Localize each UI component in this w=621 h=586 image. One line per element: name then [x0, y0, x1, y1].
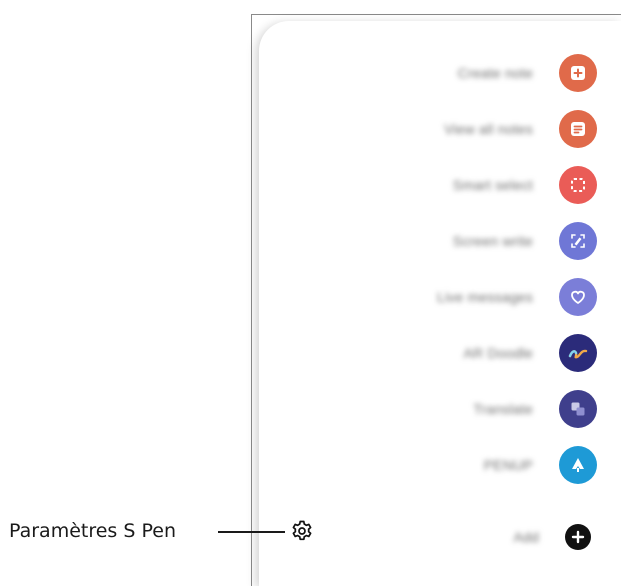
screen-write-icon — [559, 222, 597, 260]
callout-label: Paramètres S Pen — [9, 520, 176, 542]
translate-icon — [559, 390, 597, 428]
menu-item-label: Screen write — [452, 233, 533, 249]
menu-item-label: Create note — [457, 65, 533, 81]
menu-item-translate[interactable]: Translate — [259, 381, 614, 437]
create-note-icon — [559, 54, 597, 92]
menu-item-create-note[interactable]: Create note — [259, 45, 614, 101]
frame-left-border — [251, 14, 252, 586]
callout-line — [218, 531, 285, 533]
view-all-notes-icon — [559, 110, 597, 148]
penup-icon — [559, 446, 597, 484]
ar-doodle-icon — [559, 334, 597, 372]
menu-item-label: Live messages — [437, 289, 533, 305]
menu-item-label: Translate — [473, 401, 533, 417]
menu-item-label: PENUP — [483, 457, 533, 473]
menu-item-label: Add — [513, 529, 539, 545]
menu-item-live-messages[interactable]: Live messages — [259, 269, 614, 325]
menu-item-penup[interactable]: PENUP — [259, 437, 614, 493]
menu-item-ar-doodle[interactable]: AR Doodle — [259, 325, 614, 381]
menu-item-label: AR Doodle — [463, 345, 533, 361]
frame-top-border — [251, 14, 621, 15]
live-messages-icon — [559, 278, 597, 316]
add-icon — [565, 524, 591, 550]
menu-item-label: View all notes — [444, 121, 533, 137]
menu-item-screen-write[interactable]: Screen write — [259, 213, 614, 269]
menu-item-smart-select[interactable]: Smart select — [259, 157, 614, 213]
settings-gear-icon[interactable] — [289, 518, 315, 544]
menu-item-label: Smart select — [452, 177, 533, 193]
menu-item-view-all-notes[interactable]: View all notes — [259, 101, 614, 157]
smart-select-icon — [559, 166, 597, 204]
